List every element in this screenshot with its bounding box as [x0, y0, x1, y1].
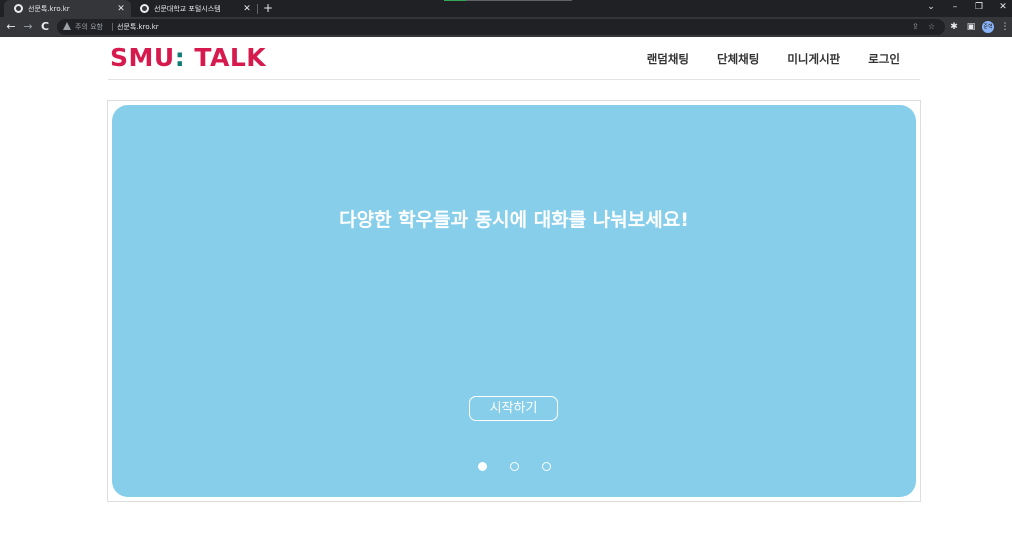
- tab-title: 선문톡.kro.kr: [28, 4, 70, 13]
- restore-icon[interactable]: ❐: [969, 0, 989, 17]
- menu-icon[interactable]: ⋮: [998, 19, 1012, 35]
- back-icon[interactable]: ←: [4, 19, 18, 35]
- tab-title: 선문대학교 포털시스템: [154, 4, 221, 13]
- slider-dot-3[interactable]: [542, 462, 551, 471]
- slider-dot-2[interactable]: [510, 462, 519, 471]
- side-panel-icon[interactable]: ▣: [964, 19, 978, 35]
- minimize-icon[interactable]: –: [945, 0, 965, 17]
- tab-close-icon[interactable]: ✕: [241, 4, 253, 14]
- nav-mini-board[interactable]: 미니게시판: [787, 51, 840, 67]
- reload-icon[interactable]: C: [38, 19, 52, 35]
- share-icon[interactable]: ⇪: [912, 19, 919, 35]
- bookmark-star-icon[interactable]: ☆: [928, 19, 935, 35]
- slide-title: 다양한 학우들과 동시에 대화를 나눠보세요!: [339, 209, 689, 231]
- nav-login[interactable]: 로그인: [868, 51, 900, 67]
- url-separator: [112, 23, 113, 31]
- slider-pagination: [112, 462, 916, 472]
- strip-accent-green: [444, 0, 466, 1]
- hero-slider: 다양한 학우들과 동시에 대화를 나눠보세요! 시작하기: [107, 100, 921, 502]
- security-warning[interactable]: 주의 요함: [75, 19, 103, 35]
- close-window-icon[interactable]: ✕: [993, 0, 1012, 17]
- new-tab-button[interactable]: +: [263, 0, 273, 17]
- logo-main: SMU: [110, 43, 175, 72]
- profile-avatar[interactable]: 준혁: [982, 21, 994, 33]
- browser-toolbar: ← → C 주의 요함 선문톡.kro.kr ⇪ ☆ ✱ ▣ ⋮: [0, 17, 1012, 37]
- slider-dot-1[interactable]: [478, 462, 487, 471]
- forward-icon[interactable]: →: [21, 19, 35, 35]
- browser-tab-active[interactable]: 선문톡.kro.kr ✕: [4, 0, 131, 17]
- nav-group-chat[interactable]: 단체채팅: [717, 51, 759, 67]
- url-text[interactable]: 선문톡.kro.kr: [117, 19, 159, 35]
- logo-colon: :: [174, 43, 186, 72]
- slide-panel[interactable]: 다양한 학우들과 동시에 대화를 나눠보세요! 시작하기: [112, 105, 916, 497]
- tab-search-icon[interactable]: ⌄: [921, 0, 941, 17]
- nav-random-chat[interactable]: 랜덤채팅: [647, 51, 689, 67]
- start-button[interactable]: 시작하기: [469, 396, 558, 421]
- address-bar[interactable]: 주의 요함 선문톡.kro.kr ⇪ ☆: [57, 19, 945, 35]
- browser-tabstrip: 선문톡.kro.kr ✕ 선문대학교 포털시스템 ✕ + ⌄ – ❐ ✕: [0, 0, 1012, 17]
- browser-tab[interactable]: 선문대학교 포털시스템 ✕: [130, 0, 257, 17]
- globe-icon: [14, 4, 23, 13]
- globe-icon: [140, 4, 149, 13]
- site-logo[interactable]: SMU: TALK: [110, 43, 266, 72]
- logo-sub: TALK: [185, 43, 267, 72]
- site-header: SMU: TALK 랜덤채팅 단체채팅 미니게시판 로그인: [108, 38, 920, 80]
- extensions-icon[interactable]: ✱: [947, 19, 961, 35]
- tab-divider: [257, 4, 258, 14]
- main-nav: 랜덤채팅 단체채팅 미니게시판 로그인: [619, 51, 920, 67]
- tab-close-icon[interactable]: ✕: [115, 4, 127, 14]
- warning-icon: [63, 22, 71, 30]
